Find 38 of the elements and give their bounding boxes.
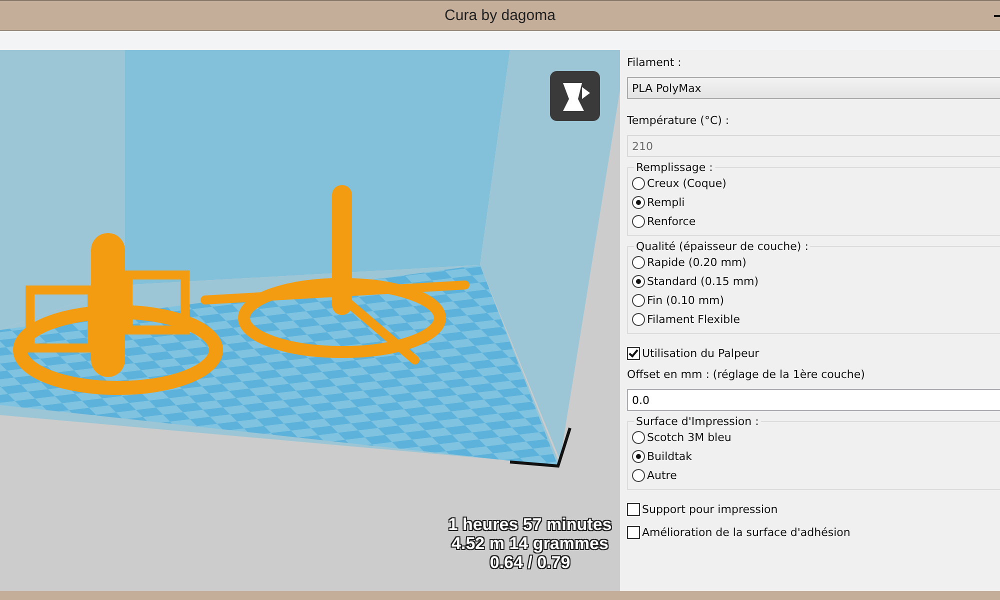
field-label: Offset en mm : (réglage de la 1ère couche): [627, 368, 866, 382]
radio-label[interactable]: Scotch 3M bleu: [647, 431, 732, 444]
group-title: Remplissage :: [634, 161, 715, 174]
radio-label[interactable]: Fin (0.10 mm): [647, 294, 724, 307]
group-title: Qualité (épaisseur de couche) :: [634, 240, 810, 253]
print-stat: 1 heures 57 minutes: [448, 515, 612, 534]
checkbox-label[interactable]: Amélioration de la surface d'adhésion: [642, 526, 850, 539]
radio-label[interactable]: Filament Flexible: [647, 313, 740, 326]
radio-button[interactable]: [632, 275, 645, 288]
radio-label[interactable]: Autre: [647, 469, 677, 482]
window-title: Cura by dagoma: [444, 7, 556, 24]
radio-button[interactable]: [632, 313, 645, 326]
radio-button[interactable]: [632, 469, 645, 482]
radio-button[interactable]: [632, 294, 645, 307]
radio-button[interactable]: [632, 177, 645, 190]
radio-label[interactable]: Buildtak: [647, 450, 692, 463]
input-field[interactable]: 0.0: [627, 389, 1000, 411]
radio-button[interactable]: [632, 256, 645, 269]
checkbox[interactable]: [627, 347, 640, 360]
radio-label[interactable]: Renforce: [647, 215, 696, 228]
checkbox[interactable]: [627, 503, 640, 516]
filament-dropdown[interactable]: PLA PolyMax: [627, 77, 1000, 99]
radio-button[interactable]: [632, 431, 645, 444]
radio-button[interactable]: [632, 196, 645, 209]
print-stat: 4.52 m 14 grammes: [452, 534, 608, 553]
radio-label[interactable]: Standard (0.15 mm): [647, 275, 759, 288]
radio-button[interactable]: [632, 450, 645, 463]
field-label: Filament :: [627, 56, 682, 70]
radio-label[interactable]: Creux (Coque): [647, 177, 726, 190]
logo-icon: [550, 71, 600, 121]
radio-label[interactable]: Rapide (0.20 mm): [647, 256, 746, 269]
radio-button[interactable]: [632, 215, 645, 228]
checkbox-label[interactable]: Support pour impression: [642, 503, 778, 516]
checkbox-label[interactable]: Utilisation du Palpeur: [642, 347, 760, 360]
field-label: Température (°C) :: [627, 114, 730, 128]
checkbox[interactable]: [627, 526, 640, 539]
group-title: Surface d'Impression :: [634, 415, 761, 428]
radio-label[interactable]: Rempli: [647, 196, 685, 209]
